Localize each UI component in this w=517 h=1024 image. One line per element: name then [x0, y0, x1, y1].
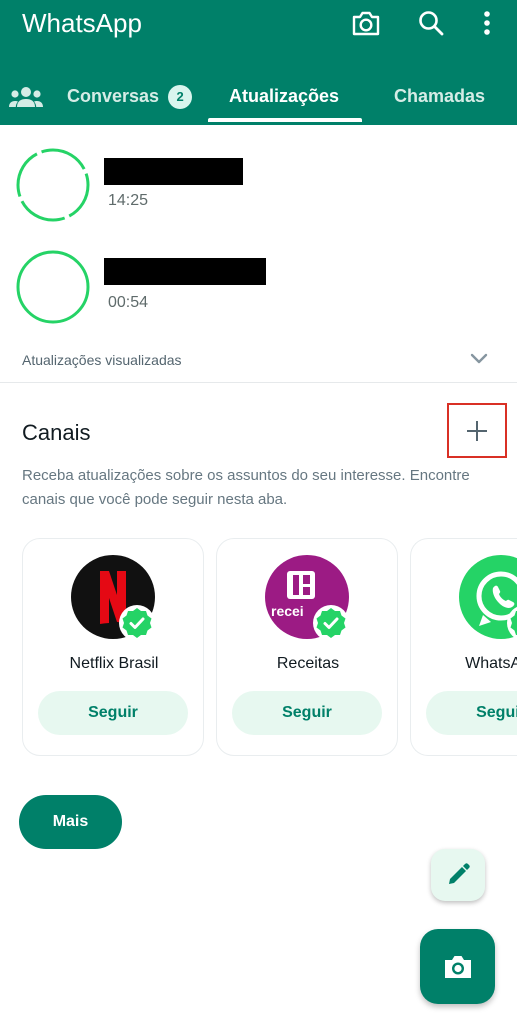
status-time: 00:54: [108, 294, 149, 311]
viewed-updates-label[interactable]: Atualizações visualizadas: [22, 352, 182, 368]
camera-icon: [444, 955, 471, 978]
tab-bar: Conversas 2 Atualizações Chamadas: [0, 68, 517, 125]
follow-button[interactable]: Seguir: [232, 691, 382, 735]
tab-conversas-label: Conversas: [67, 86, 160, 106]
active-tab-indicator: [208, 118, 362, 122]
app-header: WhatsApp Conversas 2 Atualizações Chamad…: [0, 0, 517, 125]
tab-conversas[interactable]: Conversas 2: [67, 68, 193, 125]
tab-chamadas[interactable]: Chamadas: [394, 68, 485, 125]
camera-icon[interactable]: [349, 6, 383, 40]
channel-card[interactable]: Netflix Brasil Seguir: [22, 538, 204, 756]
channel-name: Netflix Brasil: [69, 655, 159, 672]
app-title: WhatsApp: [22, 8, 142, 38]
more-channels-button[interactable]: Mais: [19, 795, 122, 849]
channel-card[interactable]: recei Receitas Seguir: [216, 538, 398, 756]
channel-name: Receitas: [276, 655, 340, 672]
status-time: 14:25: [108, 192, 149, 209]
more-vert-icon[interactable]: [470, 6, 504, 40]
channel-name: WhatsApp: [465, 655, 517, 672]
search-icon[interactable]: [414, 6, 448, 40]
camera-status-button[interactable]: [420, 929, 495, 1004]
tab-atualizacoes-label: Atualizações: [229, 86, 340, 106]
pencil-icon: [449, 863, 470, 884]
plus-icon: [467, 420, 487, 441]
verified-badge-icon: [313, 605, 349, 641]
channels-description: Receba atualizações sobre os assuntos do…: [22, 467, 470, 508]
channel-card[interactable]: WhatsApp Seguir: [410, 538, 517, 756]
verified-badge-icon: [119, 605, 155, 641]
follow-button[interactable]: Seguir: [426, 691, 517, 735]
status-item[interactable]: 00:54: [0, 240, 517, 340]
tab-chamadas-label: Chamadas: [394, 86, 486, 106]
status-ring: [16, 250, 90, 324]
tab-atualizacoes[interactable]: Atualizações: [229, 68, 339, 125]
verified-badge-icon: [507, 605, 517, 641]
channels-title: Canais: [22, 420, 91, 445]
new-text-status-button[interactable]: [431, 849, 485, 901]
receitas-logo-text: recei: [271, 603, 304, 619]
redacted-contact-name: [104, 258, 266, 285]
chevron-down-icon[interactable]: [468, 350, 490, 373]
section-divider: [0, 382, 517, 383]
status-ring-segmented: [16, 148, 90, 222]
status-item[interactable]: 14:25: [0, 138, 517, 238]
redacted-contact-name: [104, 158, 243, 185]
add-channel-button[interactable]: [447, 403, 507, 458]
community-icon[interactable]: [9, 68, 43, 125]
follow-button[interactable]: Seguir: [38, 691, 188, 735]
unread-badge: 2: [168, 84, 193, 109]
